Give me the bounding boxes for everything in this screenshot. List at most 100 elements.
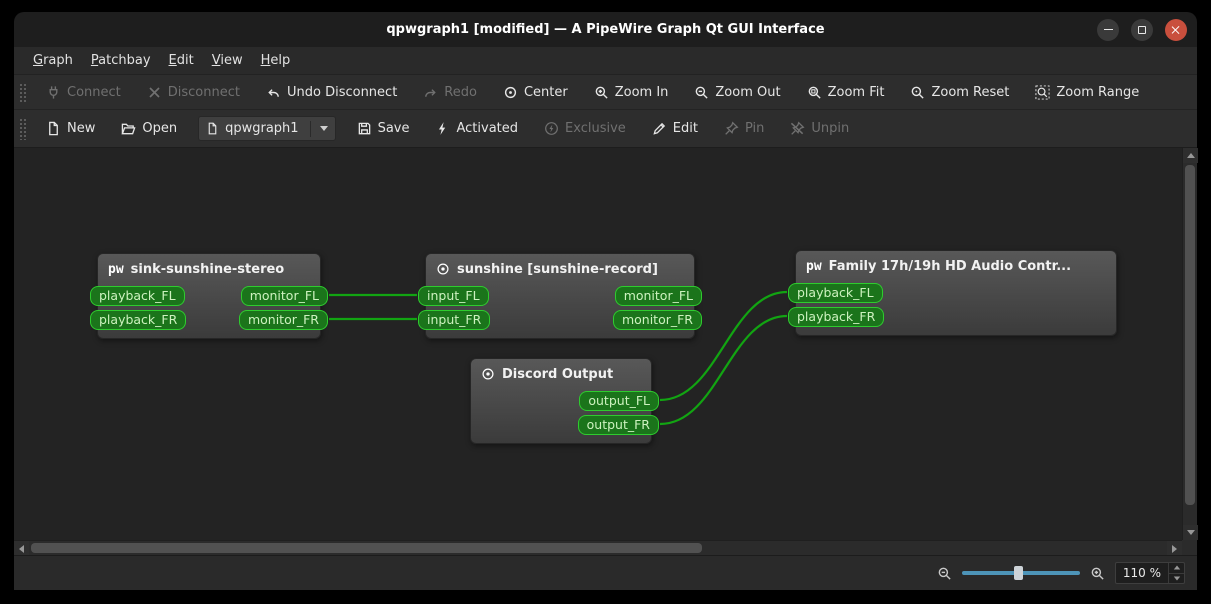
node-sink-sunshine-stereo[interactable]: pw sink-sunshine-stereo playback_FL moni… — [90, 253, 328, 339]
toolbar-handle[interactable] — [18, 81, 27, 103]
zoom-reset-button[interactable]: Zoom Reset — [897, 75, 1022, 109]
redo-icon — [425, 88, 437, 97]
port-output-fl[interactable]: output_FL — [579, 391, 659, 411]
undo-disconnect-label: Undo Disconnect — [286, 84, 398, 100]
horizontal-scroll-thumb[interactable] — [31, 543, 703, 553]
minimize-icon — [1103, 28, 1113, 31]
menu-help[interactable]: Help — [252, 47, 300, 74]
menu-edit[interactable]: Edit — [160, 47, 203, 74]
zoom-slider-handle[interactable] — [1013, 566, 1023, 580]
menu-view[interactable]: View — [203, 47, 252, 74]
maximize-icon — [1138, 25, 1146, 34]
record-icon — [437, 263, 449, 275]
vertical-scroll-thumb[interactable] — [1185, 165, 1195, 506]
spin-buttons — [1168, 563, 1184, 583]
horizontal-scroll-track[interactable] — [29, 541, 1167, 555]
close-icon — [1171, 25, 1181, 35]
arrow-right-icon — [1172, 544, 1177, 553]
zoom-range-label: Zoom Range — [1056, 84, 1140, 100]
node-header: pw Family 17h/19h HD Audio Contr... — [796, 251, 1116, 281]
zoom-fit-button[interactable]: Zoom Fit — [794, 75, 898, 109]
zoom-range-button[interactable]: Zoom Range — [1022, 75, 1152, 109]
zoom-slider[interactable] — [961, 565, 1080, 581]
zoom-in-icon[interactable] — [1090, 566, 1105, 581]
port-playback-fr[interactable]: playback_FR — [90, 310, 187, 330]
vertical-scrollbar[interactable] — [1182, 148, 1198, 540]
chevron-down-icon[interactable] — [319, 126, 328, 131]
disconnect-label: Disconnect — [167, 84, 240, 100]
zoom-out-icon[interactable] — [937, 566, 952, 581]
activated-button[interactable]: Activated — [422, 110, 531, 147]
zoom-fit-icon — [808, 86, 821, 99]
graph-canvas[interactable]: pw sink-sunshine-stereo playback_FL moni… — [14, 148, 1182, 540]
patchbay-file-combobox[interactable]: qpwgraph1 — [198, 116, 336, 141]
port-monitor-fl[interactable]: monitor_FL — [240, 286, 328, 306]
graph-toolbar: Connect Disconnect Undo Disconnect Redo … — [14, 75, 1197, 110]
pipewire-icon: pw — [806, 258, 822, 274]
disconnect-button[interactable]: Disconnect — [134, 75, 253, 109]
zoom-range-icon — [1035, 84, 1050, 100]
window-controls — [1097, 18, 1187, 41]
connect-button[interactable]: Connect — [33, 75, 134, 109]
file-toolbar: New Open qpwgraph1 Save Activated Exclus… — [14, 110, 1197, 148]
node-header: pw sink-sunshine-stereo — [98, 254, 320, 284]
maximize-button[interactable] — [1131, 18, 1153, 41]
zoom-in-button[interactable]: Zoom In — [581, 75, 682, 109]
vertical-scroll-track[interactable] — [1183, 163, 1197, 525]
node-title: Discord Output — [502, 366, 614, 382]
toolbar-handle[interactable] — [18, 117, 27, 140]
port-input-fl[interactable]: input_FL — [418, 286, 489, 306]
undo-disconnect-button[interactable]: Undo Disconnect — [253, 75, 410, 109]
node-family-hd-audio[interactable]: pw Family 17h/19h HD Audio Contr... play… — [788, 250, 1117, 336]
port-monitor-fr[interactable]: monitor_FR — [238, 310, 328, 330]
save-button[interactable]: Save — [344, 110, 423, 147]
node-header: sunshine [sunshine-record] — [426, 254, 694, 284]
node-title: Family 17h/19h HD Audio Contr... — [828, 258, 1072, 274]
close-button[interactable] — [1165, 18, 1187, 41]
pin-button[interactable]: Pin — [711, 110, 777, 147]
port-monitor-fl[interactable]: monitor_FL — [614, 286, 702, 306]
redo-button[interactable]: Redo — [410, 75, 490, 109]
titlebar[interactable]: qpwgraph1 [modified] — A PipeWire Graph … — [14, 12, 1197, 47]
unpin-button[interactable]: Unpin — [777, 110, 862, 147]
minimize-button[interactable] — [1097, 18, 1119, 41]
zoom-reset-icon — [912, 86, 925, 99]
new-button[interactable]: New — [33, 110, 108, 147]
statusbar: 110 % — [14, 555, 1197, 590]
center-icon — [504, 86, 517, 98]
menu-patchbay[interactable]: Patchbay — [82, 47, 160, 74]
open-button[interactable]: Open — [108, 110, 190, 147]
port-monitor-fr[interactable]: monitor_FR — [612, 310, 702, 330]
node-header: Discord Output — [471, 359, 651, 389]
zoom-spinbox[interactable]: 110 % — [1114, 562, 1185, 584]
scroll-up-button[interactable] — [1183, 148, 1198, 163]
scrollbar-corner — [1182, 540, 1197, 555]
spin-down-button[interactable] — [1169, 574, 1184, 584]
menu-graph[interactable]: Graph — [24, 47, 82, 74]
port-input-fr[interactable]: input_FR — [418, 310, 491, 330]
port-output-fr[interactable]: output_FR — [577, 415, 659, 435]
scroll-right-button[interactable] — [1167, 541, 1182, 556]
port-playback-fl[interactable]: playback_FL — [90, 286, 185, 306]
center-button[interactable]: Center — [490, 75, 581, 109]
edit-label: Edit — [672, 121, 698, 136]
edit-button[interactable]: Edit — [639, 110, 711, 147]
node-discord-output[interactable]: Discord Output output_FL output_FR — [470, 358, 659, 444]
port-playback-fl[interactable]: playback_FL — [788, 283, 883, 303]
spin-up-button[interactable] — [1169, 563, 1184, 574]
center-label: Center — [523, 84, 568, 100]
port-playback-fr[interactable]: playback_FR — [788, 307, 885, 327]
patchbay-file-value: qpwgraph1 — [225, 121, 299, 136]
node-title: sunshine [sunshine-record] — [457, 261, 658, 277]
connection-wires — [328, 290, 788, 426]
scroll-down-button[interactable] — [1183, 525, 1198, 540]
connect-icon — [49, 85, 58, 99]
redo-label: Redo — [444, 84, 477, 100]
scroll-left-button[interactable] — [14, 541, 29, 556]
exclusive-button[interactable]: Exclusive — [531, 110, 639, 147]
unpin-icon — [791, 121, 805, 135]
arrow-up-icon — [1186, 153, 1195, 158]
horizontal-scrollbar[interactable] — [14, 540, 1182, 556]
zoom-out-button[interactable]: Zoom Out — [681, 75, 793, 109]
node-sunshine-record[interactable]: sunshine [sunshine-record] input_FL moni… — [418, 253, 702, 339]
